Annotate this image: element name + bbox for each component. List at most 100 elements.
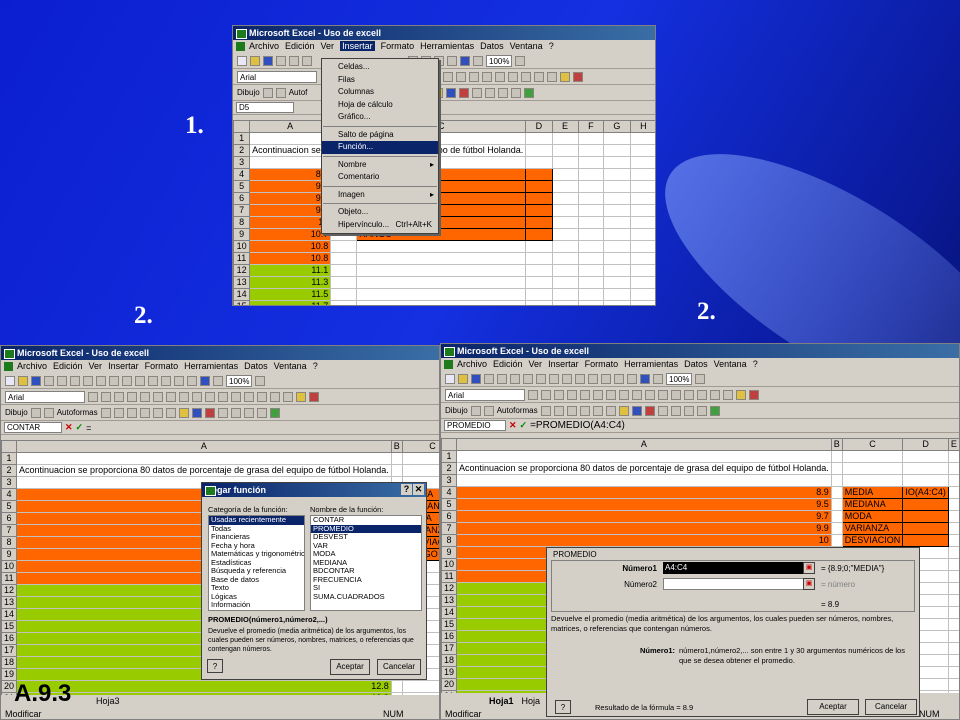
new-icon[interactable] bbox=[445, 373, 455, 384]
cell[interactable] bbox=[947, 606, 959, 619]
copy-icon[interactable] bbox=[96, 375, 106, 386]
cell[interactable] bbox=[830, 450, 843, 463]
help-icon[interactable] bbox=[255, 375, 266, 386]
menu-formato[interactable]: Formato bbox=[585, 359, 619, 369]
name-box[interactable]: CONTAR bbox=[4, 422, 62, 433]
rotate-icon[interactable] bbox=[275, 87, 286, 98]
row-header[interactable]: 11 bbox=[1, 572, 18, 585]
stat-value-cell[interactable] bbox=[525, 192, 553, 205]
sort-asc-icon[interactable] bbox=[614, 373, 624, 384]
cell[interactable] bbox=[390, 680, 403, 693]
percent-icon[interactable] bbox=[469, 71, 479, 82]
menu-herramientas[interactable]: Herramientas bbox=[624, 359, 678, 369]
cell[interactable] bbox=[330, 264, 358, 277]
cell[interactable] bbox=[947, 654, 959, 667]
cell[interactable] bbox=[841, 450, 904, 463]
insert-menu-item[interactable]: Comentario bbox=[322, 171, 438, 184]
menu-insertar[interactable]: Insertar bbox=[548, 359, 579, 369]
zoom-select[interactable]: 100% bbox=[666, 372, 693, 385]
menu-ayuda[interactable]: ? bbox=[313, 361, 318, 371]
cell[interactable] bbox=[577, 192, 605, 205]
zoom-select[interactable]: 100% bbox=[486, 54, 513, 67]
cell[interactable] bbox=[830, 534, 843, 547]
row-header[interactable]: 11 bbox=[441, 570, 458, 583]
insert-menu-item[interactable]: Función... bbox=[322, 141, 438, 154]
cell[interactable] bbox=[525, 156, 553, 169]
insert-menu-item[interactable]: Salto de página bbox=[322, 129, 438, 142]
name-box[interactable]: D5 bbox=[236, 102, 294, 113]
data-cell[interactable]: 11.7 bbox=[249, 300, 332, 305]
ok-button[interactable]: Aceptar bbox=[807, 699, 859, 715]
cell[interactable] bbox=[629, 192, 655, 205]
dec-decimal-icon[interactable] bbox=[684, 389, 694, 400]
list-item[interactable]: Información bbox=[209, 600, 304, 610]
column-header[interactable]: G bbox=[603, 120, 631, 133]
menu-edicion[interactable]: Edición bbox=[493, 359, 523, 369]
help-icon[interactable]: ? bbox=[401, 484, 412, 495]
currency-icon[interactable] bbox=[192, 391, 202, 402]
zoom-select[interactable]: 100% bbox=[226, 374, 253, 387]
shadow-icon[interactable] bbox=[696, 405, 707, 416]
cell[interactable] bbox=[249, 132, 332, 145]
insert-menu-item[interactable]: Filas bbox=[322, 74, 438, 87]
print-icon[interactable] bbox=[44, 375, 54, 386]
cell[interactable] bbox=[947, 678, 959, 691]
outdent-icon[interactable] bbox=[521, 71, 531, 82]
row-header[interactable]: 15 bbox=[1, 620, 18, 633]
cancel-icon[interactable]: ✕ bbox=[65, 422, 73, 433]
wordart-icon[interactable] bbox=[605, 405, 616, 416]
data-cell[interactable]: 8.9 bbox=[456, 486, 832, 499]
cell[interactable] bbox=[330, 252, 358, 265]
cell[interactable] bbox=[830, 522, 843, 535]
bold-icon[interactable] bbox=[101, 391, 111, 402]
cell[interactable] bbox=[947, 642, 959, 655]
menu-ver[interactable]: Ver bbox=[89, 361, 103, 371]
corner-cell[interactable] bbox=[1, 440, 18, 453]
cell[interactable] bbox=[577, 288, 605, 301]
cell[interactable] bbox=[551, 228, 579, 241]
thousands-icon[interactable] bbox=[218, 391, 228, 402]
cell[interactable] bbox=[525, 300, 553, 305]
cell[interactable] bbox=[947, 594, 959, 607]
row-header[interactable]: 18 bbox=[441, 654, 458, 667]
cell[interactable] bbox=[551, 252, 579, 265]
cell[interactable] bbox=[551, 240, 579, 253]
cell[interactable] bbox=[551, 204, 579, 217]
stat-value-cell[interactable] bbox=[902, 534, 949, 547]
column-header[interactable]: D bbox=[902, 438, 949, 451]
indent-icon[interactable] bbox=[270, 391, 280, 402]
percent-icon[interactable] bbox=[645, 389, 655, 400]
chart-wizard-icon[interactable] bbox=[200, 375, 210, 386]
save-icon[interactable] bbox=[263, 55, 273, 66]
cell[interactable] bbox=[830, 510, 843, 523]
merge-icon[interactable] bbox=[443, 71, 453, 82]
cell[interactable] bbox=[330, 276, 358, 289]
cell[interactable] bbox=[456, 450, 832, 463]
rectangle-icon[interactable] bbox=[566, 405, 577, 416]
intro-text-cell[interactable]: Acontinuacion se proporciona 80 datos de… bbox=[16, 464, 392, 477]
function-list[interactable]: CONTAR PROMEDIO DESVEST VAR MODA MEDIANA BDCON… bbox=[310, 515, 422, 611]
cell[interactable] bbox=[551, 144, 579, 157]
thousands-icon[interactable] bbox=[658, 389, 668, 400]
column-header[interactable]: A bbox=[249, 120, 332, 133]
cell[interactable] bbox=[629, 156, 655, 169]
tab-hoja3[interactable]: Hoja3 bbox=[96, 696, 120, 706]
row-header[interactable]: 15 bbox=[441, 618, 458, 631]
row-header[interactable]: 12 bbox=[1, 584, 18, 597]
arg2-input[interactable] bbox=[663, 578, 813, 590]
help-icon[interactable] bbox=[695, 373, 706, 384]
data-cell[interactable]: 10 bbox=[456, 534, 832, 547]
cell[interactable] bbox=[551, 264, 579, 277]
stat-label-cell[interactable]: MODA bbox=[841, 510, 904, 523]
cell[interactable] bbox=[947, 474, 959, 487]
center-icon[interactable] bbox=[153, 391, 163, 402]
row-header[interactable]: 1 bbox=[233, 132, 251, 145]
font-color-icon[interactable] bbox=[749, 389, 759, 400]
data-cell[interactable]: 9.9 bbox=[249, 204, 332, 217]
stat-label-cell[interactable]: MEDIANA bbox=[841, 498, 904, 511]
stat-value-cell[interactable] bbox=[902, 510, 949, 523]
line-icon[interactable] bbox=[100, 407, 111, 418]
menu-ventana[interactable]: Ventana bbox=[274, 361, 307, 371]
formula-text[interactable]: =PROMEDIO(A4:C4) bbox=[530, 420, 625, 431]
indent-icon[interactable] bbox=[534, 71, 544, 82]
